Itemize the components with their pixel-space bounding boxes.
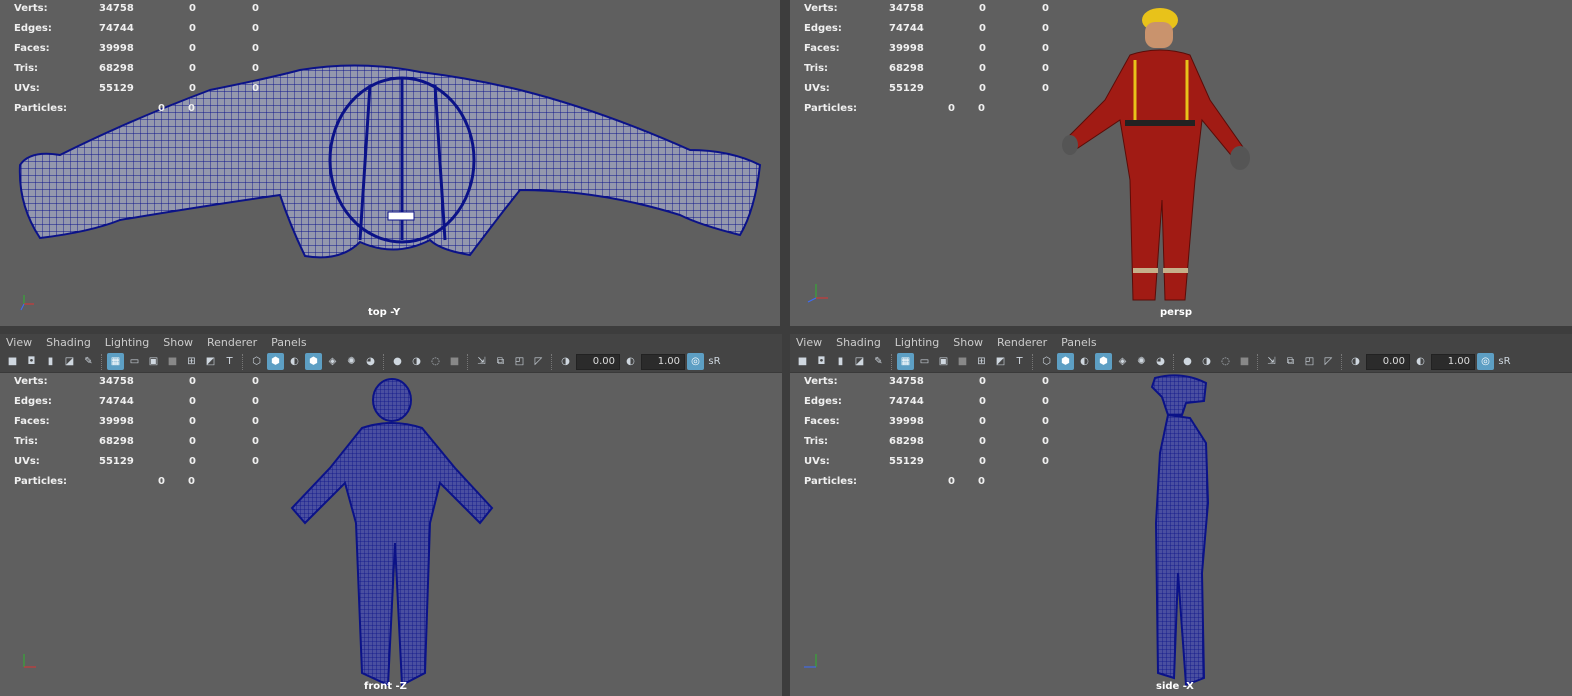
xray-icon[interactable]: ⧉ (492, 353, 509, 370)
ambient-occlusion-icon[interactable]: ● (1179, 353, 1196, 370)
image-plane-icon[interactable]: ◪ (851, 353, 868, 370)
safe-title-icon[interactable]: T (221, 353, 238, 370)
xray-icon[interactable]: ⧉ (1282, 353, 1299, 370)
viewport-top-canvas[interactable]: top -Y Verts: 34758 0 0 Edges: 74744 0 0 Faces… (0, 0, 780, 326)
menu-view[interactable]: View (796, 334, 830, 351)
lights-icon[interactable]: ✺ (1133, 353, 1150, 370)
anti-aliasing-icon[interactable]: ◌ (427, 353, 444, 370)
smooth-shade-icon[interactable]: ⬢ (1057, 353, 1074, 370)
menu-lighting[interactable]: Lighting (105, 334, 157, 351)
gamma-icon[interactable]: ◐ (622, 353, 639, 370)
viewport-top[interactable]: top -Y Verts: 34758 0 0 Edges: 74744 0 0 Faces… (0, 0, 780, 326)
shadows-icon[interactable]: ◕ (1152, 353, 1169, 370)
view-transform-icon[interactable]: ◎ (1477, 353, 1494, 370)
isolate-select-icon[interactable]: ⇲ (473, 353, 490, 370)
grid-icon[interactable]: ▦ (897, 353, 914, 370)
xray-active-icon[interactable]: ◸ (530, 353, 547, 370)
axis-gizmo-icon (20, 295, 34, 311)
textured-icon[interactable]: ◈ (1114, 353, 1131, 370)
resolution-gate-icon[interactable]: ▣ (935, 353, 952, 370)
viewport-front-canvas[interactable]: front -Z Verts: 34758 0 0 Edges: 74744 0 0 Fac… (0, 373, 782, 696)
wireframe-on-shaded-icon[interactable]: ⬢ (305, 353, 322, 370)
shadows-icon[interactable]: ◕ (362, 353, 379, 370)
smooth-shade-icon[interactable]: ⬢ (267, 353, 284, 370)
lights-icon[interactable]: ✺ (343, 353, 360, 370)
depth-of-field-icon[interactable]: ■ (446, 353, 463, 370)
default-material-icon[interactable]: ◐ (286, 353, 303, 370)
safe-title-icon[interactable]: T (1011, 353, 1028, 370)
gate-mask-icon[interactable]: ■ (954, 353, 971, 370)
field-chart-icon[interactable]: ⊞ (183, 353, 200, 370)
panel-menubar: View Shading Lighting Show Renderer Pane… (0, 334, 782, 351)
gamma-field[interactable]: 1.00 (1431, 353, 1475, 370)
motion-blur-icon[interactable]: ◑ (408, 353, 425, 370)
maya-app: top -Y Verts: 34758 0 0 Edges: 74744 0 0 Faces… (0, 0, 1572, 696)
xray-joints-icon[interactable]: ◰ (1301, 353, 1318, 370)
camera-attributes-icon[interactable]: ◘ (813, 353, 830, 370)
menu-panels[interactable]: Panels (1061, 334, 1104, 351)
bookmark-icon[interactable]: ▮ (42, 353, 59, 370)
view-transform-icon[interactable]: ◎ (687, 353, 704, 370)
textured-icon[interactable]: ◈ (324, 353, 341, 370)
exposure-field[interactable]: 0.00 (1366, 353, 1410, 370)
menu-shading[interactable]: Shading (46, 334, 99, 351)
viewport-persp-canvas[interactable]: persp Verts: 34758 0 0 Edges: 74744 0 0 Faces:… (790, 0, 1572, 326)
safe-action-icon[interactable]: ◩ (992, 353, 1009, 370)
colorspace-label[interactable]: sR (1496, 353, 1513, 370)
field-chart-icon[interactable]: ⊞ (973, 353, 990, 370)
panel-menubar: View Shading Lighting Show Renderer Pane… (790, 334, 1572, 351)
grid-icon[interactable]: ▦ (107, 353, 124, 370)
colorspace-label[interactable]: sR (706, 353, 723, 370)
gamma-icon[interactable]: ◐ (1412, 353, 1429, 370)
menu-renderer[interactable]: Renderer (997, 334, 1055, 351)
image-plane-icon[interactable]: ◪ (61, 353, 78, 370)
camera-label: front -Z (364, 681, 407, 692)
film-gate-icon[interactable]: ▭ (916, 353, 933, 370)
wireframe-icon[interactable]: ⬡ (1038, 353, 1055, 370)
axis-gizmo-icon (804, 654, 817, 668)
wireframe-icon[interactable]: ⬡ (248, 353, 265, 370)
axis-gizmo-icon (807, 284, 828, 303)
film-gate-icon[interactable]: ▭ (126, 353, 143, 370)
wireframe-on-shaded-icon[interactable]: ⬢ (1095, 353, 1112, 370)
xray-joints-icon[interactable]: ◰ (511, 353, 528, 370)
gate-mask-icon[interactable]: ■ (164, 353, 181, 370)
gamma-field[interactable]: 1.00 (641, 353, 685, 370)
menu-renderer[interactable]: Renderer (207, 334, 265, 351)
exposure-field[interactable]: 0.00 (576, 353, 620, 370)
default-material-icon[interactable]: ◐ (1076, 353, 1093, 370)
camera-label: top -Y (368, 307, 401, 318)
anti-aliasing-icon[interactable]: ◌ (1217, 353, 1234, 370)
isolate-select-icon[interactable]: ⇲ (1263, 353, 1280, 370)
motion-blur-icon[interactable]: ◑ (1198, 353, 1215, 370)
camera-label: side -X (1156, 681, 1194, 692)
ambient-occlusion-icon[interactable]: ● (389, 353, 406, 370)
viewport-side[interactable]: View Shading Lighting Show Renderer Pane… (790, 334, 1572, 696)
menu-lighting[interactable]: Lighting (895, 334, 947, 351)
grease-pencil-icon[interactable]: ✎ (870, 353, 887, 370)
safe-action-icon[interactable]: ◩ (202, 353, 219, 370)
camera-icon[interactable]: ■ (794, 353, 811, 370)
panel-toolbar: ■ ◘ ▮ ◪ ✎ ▦ ▭ ▣ ■ ⊞ ◩ T ⬡ ⬢ ◐ ⬢ ◈ ✺ ◕ ● … (790, 351, 1572, 373)
menu-panels[interactable]: Panels (271, 334, 314, 351)
camera-label: persp (1160, 307, 1192, 318)
menu-show[interactable]: Show (953, 334, 991, 351)
xray-active-icon[interactable]: ◸ (1320, 353, 1337, 370)
menu-shading[interactable]: Shading (836, 334, 889, 351)
viewport-persp[interactable]: persp Verts: 34758 0 0 Edges: 74744 0 0 Faces:… (790, 0, 1572, 326)
resolution-gate-icon[interactable]: ▣ (145, 353, 162, 370)
menu-show[interactable]: Show (163, 334, 201, 351)
exposure-icon[interactable]: ◑ (1347, 353, 1364, 370)
camera-icon[interactable]: ■ (4, 353, 21, 370)
panel-toolbar: ■ ◘ ▮ ◪ ✎ ▦ ▭ ▣ ■ ⊞ ◩ T ⬡ ⬢ ◐ ⬢ ◈ ✺ ◕ ● … (0, 351, 782, 373)
camera-attributes-icon[interactable]: ◘ (23, 353, 40, 370)
exposure-icon[interactable]: ◑ (557, 353, 574, 370)
grease-pencil-icon[interactable]: ✎ (80, 353, 97, 370)
depth-of-field-icon[interactable]: ■ (1236, 353, 1253, 370)
viewport-side-canvas[interactable]: side -X Verts: 34758 0 0 Edges: 74744 0 0 Face… (790, 373, 1572, 696)
axis-gizmo-icon (23, 654, 36, 668)
bookmark-icon[interactable]: ▮ (832, 353, 849, 370)
viewport-front[interactable]: View Shading Lighting Show Renderer Pane… (0, 334, 782, 696)
menu-view[interactable]: View (6, 334, 40, 351)
